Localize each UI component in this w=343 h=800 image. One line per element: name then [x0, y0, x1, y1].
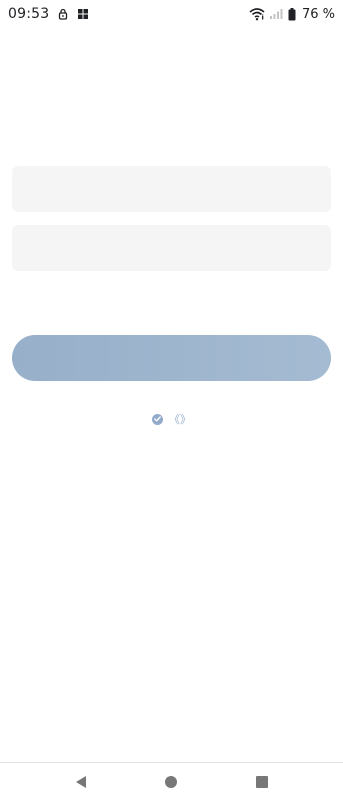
- home-button[interactable]: [153, 767, 189, 797]
- status-right: 76 %: [249, 7, 335, 22]
- recents-button[interactable]: [244, 767, 280, 797]
- status-left: 09:53: [8, 6, 89, 22]
- status-bar: 09:53 76 %: [0, 0, 343, 28]
- navigation-bar: [0, 762, 343, 800]
- app-grid-icon: [77, 8, 89, 20]
- checkmark-icon: [154, 416, 161, 422]
- back-icon: [76, 775, 87, 788]
- agreement-link[interactable]: 《》: [169, 411, 191, 427]
- form-field-1[interactable]: [12, 166, 331, 212]
- lock-icon: [57, 8, 69, 20]
- home-icon: [165, 775, 178, 788]
- status-time: 09:53: [8, 6, 50, 22]
- cellular-signal-icon: [269, 8, 284, 20]
- back-button[interactable]: [63, 767, 99, 797]
- form-field-2[interactable]: [12, 225, 331, 271]
- agreement-row: 《》: [0, 411, 343, 427]
- wifi-icon: [249, 7, 265, 21]
- battery-icon: [288, 7, 296, 21]
- recents-icon: [255, 775, 268, 788]
- agreement-checkbox[interactable]: [152, 413, 163, 425]
- battery-percent: 76 %: [301, 6, 335, 22]
- submit-button[interactable]: [12, 335, 331, 381]
